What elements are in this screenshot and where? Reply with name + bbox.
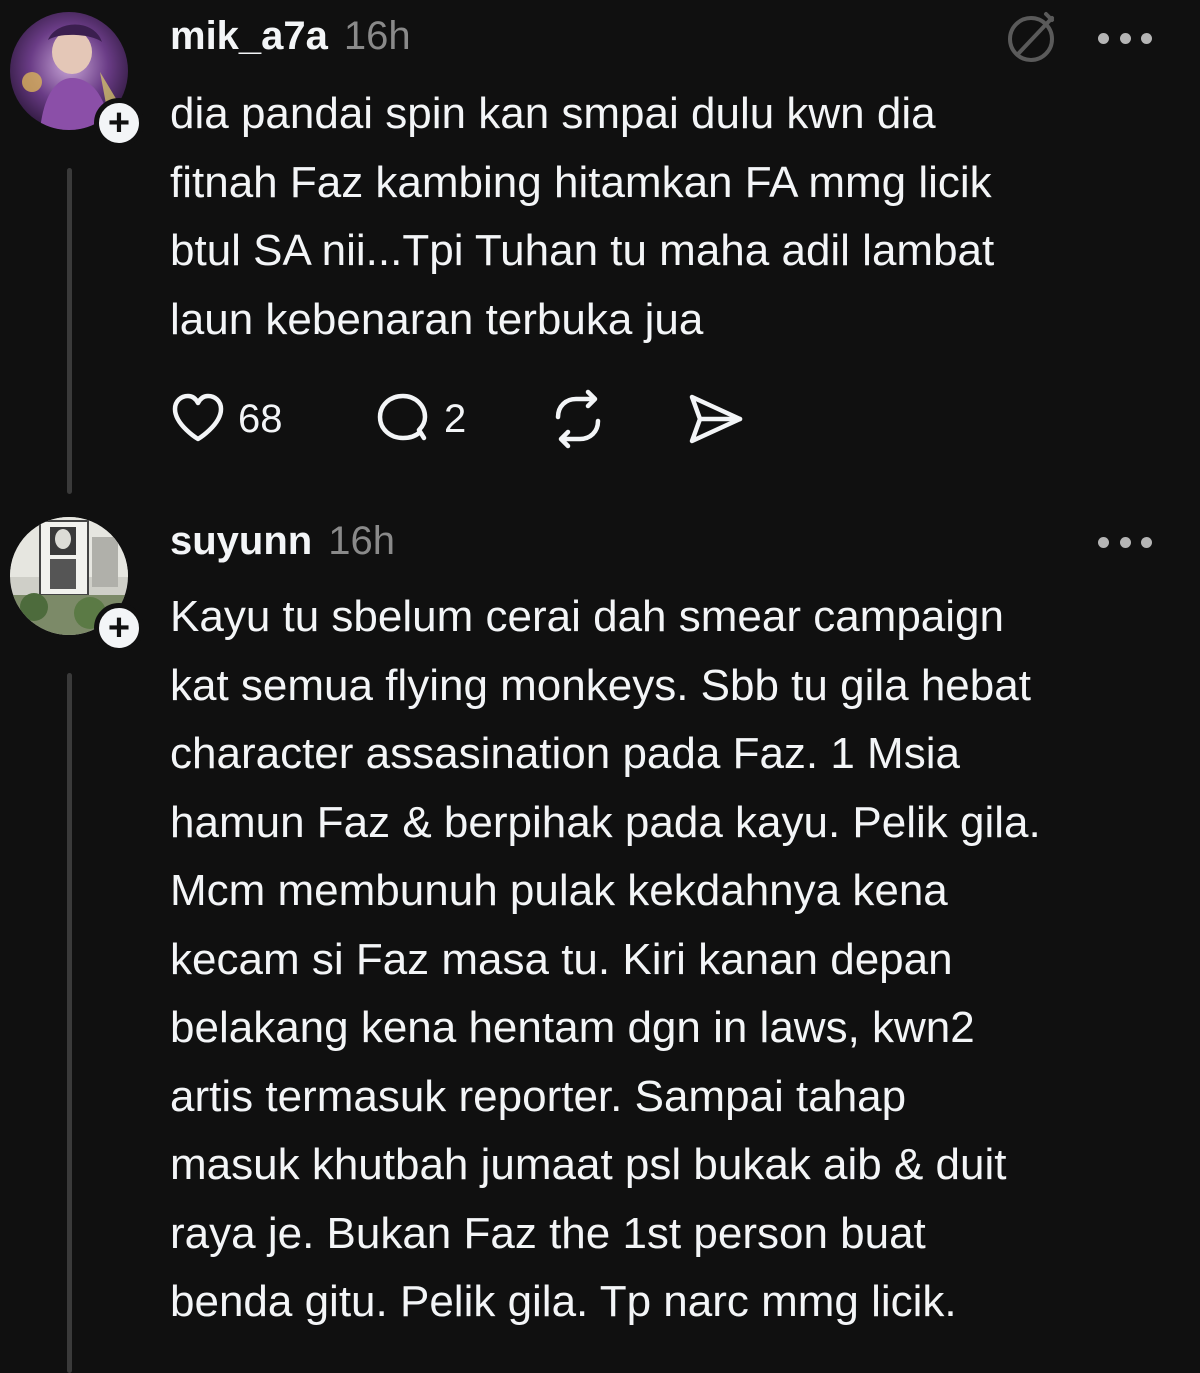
like-button[interactable]: 68 (170, 386, 283, 452)
reply-count: 2 (444, 396, 467, 441)
post-text: Kayu tu sbelum cerai dah smear campaign … (170, 592, 1041, 1326)
share-button[interactable] (686, 386, 746, 452)
more-options-icon[interactable] (1098, 28, 1152, 48)
repost-button[interactable] (548, 386, 608, 452)
follow-button[interactable]: + (94, 603, 144, 653)
post-text: dia pandai spin kan smpai dulu kwn dia f… (170, 89, 995, 344)
more-options-icon[interactable] (1098, 532, 1152, 552)
reply-button[interactable]: 2 (374, 386, 466, 452)
follow-button[interactable]: + (94, 98, 144, 148)
post-actions: 68 2 (170, 386, 790, 452)
username[interactable]: suyunn (170, 519, 312, 564)
like-count: 68 (238, 396, 283, 441)
thread-connector-line (67, 168, 72, 494)
heart-icon (172, 393, 224, 442)
timestamp: 16h (328, 519, 395, 563)
post-header: suyunn 16h (170, 519, 395, 564)
comment-icon (377, 393, 428, 441)
post-header: mik_a7a 16h (170, 14, 411, 59)
timestamp: 16h (343, 14, 411, 58)
thread-post: + suyunn 16h Kayu tu sbelum cerai dah sm… (0, 495, 1200, 1373)
send-icon (689, 394, 743, 444)
repost-icon (555, 389, 601, 449)
translate-icon[interactable] (1004, 10, 1058, 64)
username[interactable]: mik_a7a (170, 14, 328, 59)
avatar-container[interactable]: + (10, 517, 144, 653)
thread-connector-line (67, 673, 72, 1373)
avatar-container[interactable]: + (10, 12, 144, 148)
thread-post: + mik_a7a 16h dia pandai spin kan smpai … (0, 0, 1200, 495)
